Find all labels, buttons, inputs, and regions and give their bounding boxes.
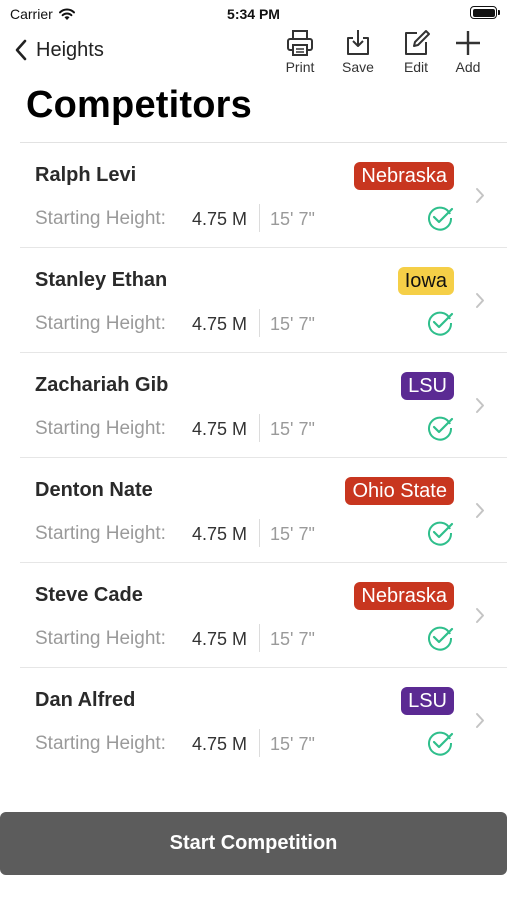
page-title: Competitors bbox=[26, 84, 252, 126]
height-imperial: 15' 7" bbox=[270, 419, 315, 439]
competitor-row[interactable]: Dan Alfred LSU Starting Height: 4.75 M 1… bbox=[20, 668, 507, 773]
edit-button[interactable]: Edit bbox=[391, 28, 441, 78]
chevron-right-icon bbox=[476, 293, 484, 308]
height-imperial: 15' 7" bbox=[270, 629, 315, 649]
height-metric: 4.75 M bbox=[192, 314, 248, 334]
competitor-name: Dan Alfred bbox=[35, 689, 136, 711]
checkmark-circle-icon bbox=[428, 311, 454, 336]
height-metric: 4.75 M bbox=[192, 734, 248, 754]
height-imperial: 15' 7" bbox=[270, 734, 315, 754]
start-competition-button[interactable]: Start Competition bbox=[0, 812, 507, 875]
competitor-list: Ralph Levi Nebraska Starting Height: 4.7… bbox=[20, 142, 507, 773]
competitor-name: Ralph Levi bbox=[35, 164, 137, 186]
team-badge: Nebraska bbox=[354, 582, 454, 610]
save-button[interactable]: Save bbox=[333, 28, 383, 78]
competitor-row[interactable]: Steve Cade Nebraska Starting Height: 4.7… bbox=[20, 563, 507, 668]
starting-height-label: Starting Height: bbox=[35, 523, 166, 544]
team-badge: Iowa bbox=[397, 267, 454, 295]
navigation-bar: Heights Print Save Edit Add bbox=[0, 28, 507, 80]
competitor-name: Steve Cade bbox=[35, 584, 143, 606]
starting-height-label: Starting Height: bbox=[35, 418, 166, 439]
team-badge: Ohio State bbox=[345, 477, 454, 505]
checkmark-circle-icon bbox=[428, 416, 454, 441]
checkmark-circle-icon bbox=[428, 206, 454, 231]
competitor-row[interactable]: Zachariah Gib LSU Starting Height: 4.75 … bbox=[20, 353, 507, 458]
back-label: Heights bbox=[36, 38, 104, 61]
height-divider bbox=[259, 414, 260, 442]
height-imperial: 15' 7" bbox=[270, 209, 315, 229]
checkmark-circle-icon bbox=[428, 731, 454, 756]
status-time: 5:34 PM bbox=[227, 6, 280, 22]
checkmark-circle-icon bbox=[428, 521, 454, 546]
save-label: Save bbox=[342, 59, 374, 75]
height-metric: 4.75 M bbox=[192, 209, 248, 229]
height-divider bbox=[259, 519, 260, 547]
competitor-name: Denton Nate bbox=[35, 479, 153, 501]
team-badge: LSU bbox=[401, 372, 454, 400]
starting-height-label: Starting Height: bbox=[35, 733, 166, 754]
starting-height-label: Starting Height: bbox=[35, 208, 166, 229]
chevron-right-icon bbox=[476, 503, 484, 518]
competitor-row[interactable]: Ralph Levi Nebraska Starting Height: 4.7… bbox=[20, 143, 507, 248]
status-bar: Carrier 5:34 PM bbox=[0, 0, 507, 28]
height-divider bbox=[259, 309, 260, 337]
printer-icon bbox=[287, 30, 313, 56]
competitor-row[interactable]: Denton Nate Ohio State Starting Height: … bbox=[20, 458, 507, 563]
height-divider bbox=[259, 624, 260, 652]
edit-icon bbox=[405, 30, 430, 55]
height-metric: 4.75 M bbox=[192, 524, 248, 544]
competitor-row[interactable]: Stanley Ethan Iowa Starting Height: 4.75… bbox=[20, 248, 507, 353]
team-badge: Nebraska bbox=[354, 162, 454, 190]
starting-height-label: Starting Height: bbox=[35, 628, 166, 649]
add-label: Add bbox=[455, 59, 481, 75]
height-imperial: 15' 7" bbox=[270, 314, 315, 334]
height-metric: 4.75 M bbox=[192, 629, 248, 649]
battery-icon bbox=[470, 6, 500, 19]
add-button[interactable]: Add bbox=[443, 28, 493, 78]
chevron-left-icon bbox=[15, 39, 27, 61]
print-button[interactable]: Print bbox=[275, 28, 325, 78]
checkmark-circle-icon bbox=[428, 626, 454, 651]
height-imperial: 15' 7" bbox=[270, 524, 315, 544]
back-button[interactable]: Heights bbox=[14, 38, 104, 62]
chevron-right-icon bbox=[476, 713, 484, 728]
height-divider bbox=[259, 204, 260, 232]
height-divider bbox=[259, 729, 260, 757]
chevron-right-icon bbox=[476, 608, 484, 623]
download-icon bbox=[347, 30, 369, 55]
starting-height-label: Starting Height: bbox=[35, 313, 166, 334]
competitor-name: Stanley Ethan bbox=[35, 269, 168, 291]
plus-icon bbox=[456, 31, 480, 55]
edit-label: Edit bbox=[403, 59, 429, 75]
chevron-right-icon bbox=[476, 398, 484, 413]
height-metric: 4.75 M bbox=[192, 419, 248, 439]
print-label: Print bbox=[285, 59, 315, 75]
chevron-right-icon bbox=[476, 188, 484, 203]
competitor-name: Zachariah Gib bbox=[35, 374, 169, 396]
team-badge: LSU bbox=[401, 687, 454, 715]
